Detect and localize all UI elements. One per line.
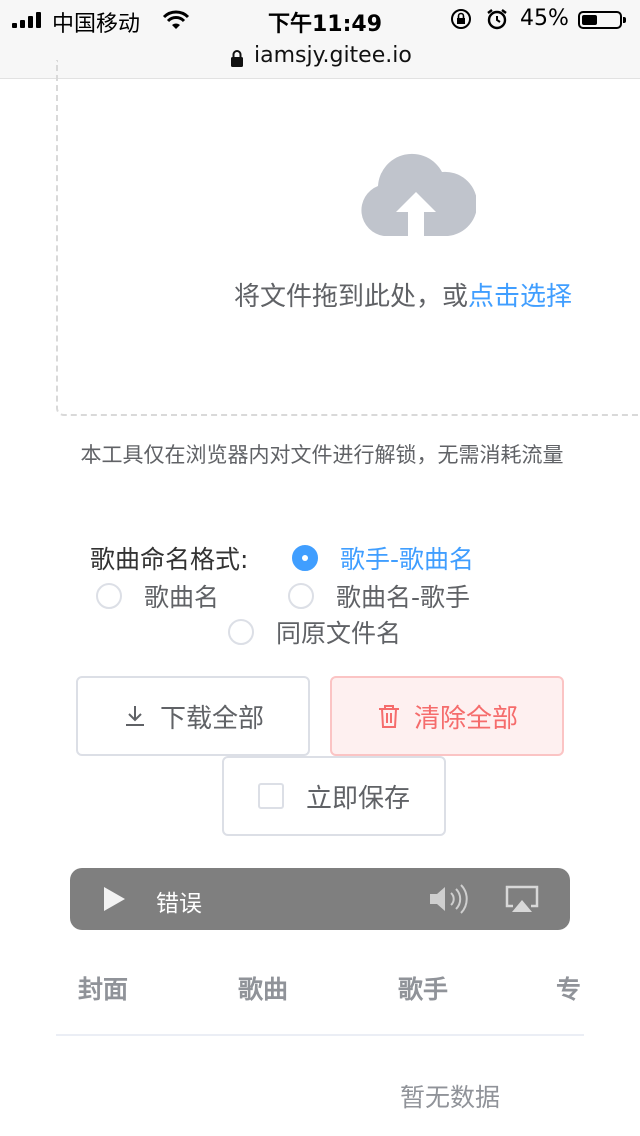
volume-icon[interactable] <box>428 884 472 914</box>
audio-player: 错误 <box>70 868 570 930</box>
upload-cloud-icon <box>361 153 476 236</box>
select-file-link[interactable]: 点击选择 <box>468 282 572 312</box>
airplay-icon[interactable] <box>504 884 540 914</box>
radio-singer-song[interactable]: 歌手-歌曲名 <box>292 540 474 576</box>
radio-label: 歌曲名 <box>144 583 220 612</box>
tool-tip-text: 本工具仅在浏览器内对文件进行解锁，无需消耗流量 <box>80 443 564 467</box>
radio-label: 歌曲名-歌手 <box>336 583 471 612</box>
carrier-name: 中国移动 <box>52 12 141 37</box>
column-header-song: 歌曲 <box>238 975 289 1004</box>
save-now-checkbox[interactable] <box>257 783 284 809</box>
column-header-album: 专 <box>556 975 582 1004</box>
radio-circle <box>292 545 318 571</box>
download-icon <box>125 706 144 726</box>
upload-hint: 将文件拖到此处，或点击选择 <box>234 276 572 313</box>
battery-percent: 45% <box>520 6 569 31</box>
clock-time: 下午11:49 <box>268 12 383 37</box>
rotation-lock-icon <box>451 9 471 29</box>
trash-icon <box>378 705 399 728</box>
clear-all-label: 清除全部 <box>413 703 518 734</box>
upload-dropzone[interactable] <box>56 60 640 416</box>
radio-original-filename[interactable]: 同原文件名 <box>228 614 401 650</box>
radio-label: 歌手-歌曲名 <box>340 545 475 574</box>
save-now-toggle[interactable]: 立即保存 <box>222 756 446 836</box>
radio-circle <box>288 583 314 609</box>
upload-hint-text: 将文件拖到此处，或 <box>234 282 469 312</box>
column-header-singer: 歌手 <box>398 975 449 1004</box>
radio-song-singer[interactable]: 歌曲名-歌手 <box>288 578 470 614</box>
radio-circle <box>96 583 122 609</box>
radio-label: 同原文件名 <box>276 619 402 648</box>
column-header-cover: 封面 <box>78 975 129 1004</box>
clear-all-button[interactable]: 清除全部 <box>330 676 564 756</box>
table-divider <box>56 1034 584 1036</box>
signal-icon <box>12 12 48 28</box>
naming-format-label: 歌曲命名格式: <box>90 545 249 574</box>
table-empty-text: 暂无数据 <box>400 1083 501 1112</box>
download-all-label: 下载全部 <box>159 703 264 734</box>
save-now-label: 立即保存 <box>305 783 410 814</box>
battery-icon <box>578 11 626 29</box>
radio-circle <box>228 619 254 645</box>
status-bar: 中国移动 下午11:49 45% <box>0 0 640 40</box>
radio-song[interactable]: 歌曲名 <box>96 578 219 614</box>
alarm-icon <box>487 9 507 30</box>
wifi-icon <box>162 10 190 29</box>
audio-status: 错误 <box>156 891 202 917</box>
download-all-button[interactable]: 下载全部 <box>76 676 310 756</box>
play-icon[interactable] <box>102 886 126 912</box>
